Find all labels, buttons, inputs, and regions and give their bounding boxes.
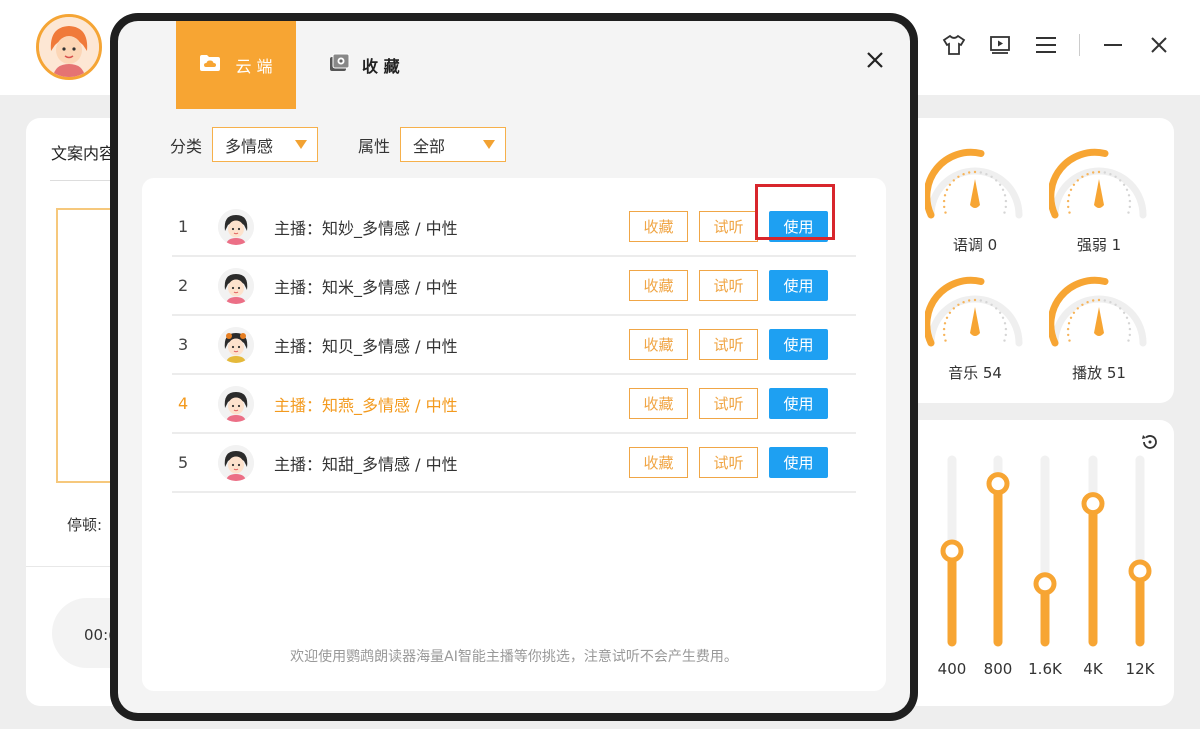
equalizer-sliders: 400 800 1.6K 4K 12K xyxy=(938,455,1156,678)
eq-band-label: 4K xyxy=(1083,660,1104,678)
list-item[interactable]: 4 主播：知燕_多情感 / 中性 收藏 试听 使用 xyxy=(172,375,856,434)
row-number: 4 xyxy=(178,394,189,413)
row-number: 3 xyxy=(178,335,189,354)
video-icon[interactable] xyxy=(987,32,1013,58)
preview-button[interactable]: 试听 xyxy=(699,388,758,419)
user-avatar[interactable] xyxy=(36,14,102,80)
cloud-folder-icon xyxy=(199,54,221,76)
anchor-name: 主播：知妙_多情感 / 中性 xyxy=(274,218,458,238)
filter-bar: 分类 多情感 属性 全部 xyxy=(170,127,507,162)
footer-note: 欢迎使用鹦鹉朗读器海量AI智能主播等你挑选，注意试听不会产生费用。 xyxy=(290,649,738,665)
eq-band-label: 400 xyxy=(938,660,967,678)
anchor-avatar xyxy=(218,267,254,304)
favorites-icon xyxy=(328,53,350,77)
anchor-avatar xyxy=(218,208,254,245)
attribute-select[interactable]: 全部 xyxy=(400,127,507,162)
anchor-avatar xyxy=(218,326,254,363)
dial-strength[interactable]: 强弱 1 xyxy=(1049,147,1149,257)
avatar-girl-icon xyxy=(39,17,99,77)
dial-music-label: 音乐 54 xyxy=(948,364,1002,382)
eq-slider-12K[interactable]: 12K xyxy=(1126,455,1156,678)
eq-band-label: 1.6K xyxy=(1028,660,1063,678)
use-button[interactable]: 使用 xyxy=(769,447,828,478)
favorite-button[interactable]: 收藏 xyxy=(629,329,688,360)
dial-tone[interactable]: 语调 0 xyxy=(925,147,1025,257)
anchor-name: 主播：知燕_多情感 / 中性 xyxy=(274,395,458,415)
window-close-icon[interactable] xyxy=(1146,32,1172,58)
preview-button[interactable]: 试听 xyxy=(699,211,758,242)
tab-cloud-label: 云 端 xyxy=(235,57,273,76)
use-button[interactable]: 使用 xyxy=(769,329,828,360)
list-item[interactable]: 5 主播：知甜_多情感 / 中性 收藏 试听 使用 xyxy=(172,434,856,493)
equalizer-panel: 400 800 1.6K 4K 12K xyxy=(904,420,1174,706)
tab-favorites[interactable]: 收 藏 xyxy=(328,21,400,109)
favorite-button[interactable]: 收藏 xyxy=(629,211,688,242)
eq-slider-4K[interactable]: 4K xyxy=(1081,455,1105,678)
pause-label: 停顿: xyxy=(67,516,103,534)
anchor-name: 主播：知米_多情感 / 中性 xyxy=(274,277,458,297)
text-content-title: 文案内容 xyxy=(51,144,116,163)
row-number: 1 xyxy=(178,217,189,236)
tab-cloud[interactable]: 云 端 xyxy=(176,21,296,109)
anchor-list: 欢迎使用鹦鹉朗读器海量AI智能主播等你挑选，注意试听不会产生费用。 1 主播：知妙… xyxy=(142,178,886,691)
eq-band-label: 800 xyxy=(984,660,1013,678)
dropdown-arrow-icon xyxy=(483,140,496,149)
dial-music[interactable]: 音乐 54 xyxy=(925,275,1025,385)
category-label: 分类 xyxy=(170,136,203,156)
row-number: 2 xyxy=(178,276,189,295)
dial-tone-label: 语调 0 xyxy=(952,236,998,254)
anchor-name: 主播：知贝_多情感 / 中性 xyxy=(274,336,458,356)
dial-playback[interactable]: 播放 51 xyxy=(1049,275,1149,385)
attribute-label: 属性 xyxy=(358,136,391,156)
tab-favorites-label: 收 藏 xyxy=(362,57,400,76)
dropdown-arrow-icon xyxy=(295,140,308,149)
list-item[interactable]: 3 主播：知贝_多情感 / 中性 收藏 试听 使用 xyxy=(172,316,856,375)
row-number: 5 xyxy=(178,453,189,472)
anchor-select-dialog: 云 端 收 藏 分类 多情感 属性 全部 欢迎使用鹦鹉朗读器海量AI智能主播等你… xyxy=(110,13,918,721)
attribute-select-value: 全部 xyxy=(413,136,446,156)
list-item[interactable]: 2 主播：知米_多情感 / 中性 收藏 试听 使用 xyxy=(172,257,856,316)
list-item[interactable]: 1 主播：知妙_多情感 / 中性 收藏 试听 使用 xyxy=(172,184,856,257)
voice-dials-panel: 语调 0 强弱 1 音乐 54 播放 51 xyxy=(904,118,1174,403)
use-button[interactable]: 使用 xyxy=(769,270,828,301)
use-button[interactable]: 使用 xyxy=(769,388,828,419)
dial-playback-label: 播放 51 xyxy=(1072,364,1126,382)
anchor-name: 主播：知甜_多情感 / 中性 xyxy=(274,454,458,474)
anchor-avatar xyxy=(218,385,254,422)
preview-button[interactable]: 试听 xyxy=(699,447,758,478)
menu-icon[interactable] xyxy=(1033,32,1059,58)
favorite-button[interactable]: 收藏 xyxy=(629,447,688,478)
eq-slider-1.6K[interactable]: 1.6K xyxy=(1028,455,1063,678)
skin-icon[interactable] xyxy=(941,32,967,58)
dial-strength-label: 强弱 1 xyxy=(1076,236,1122,254)
minimize-icon[interactable] xyxy=(1100,32,1126,58)
favorite-button[interactable]: 收藏 xyxy=(629,270,688,301)
eq-slider-800[interactable]: 800 xyxy=(984,455,1013,678)
anchor-avatar xyxy=(218,444,254,481)
eq-slider-400[interactable]: 400 xyxy=(938,455,967,678)
divider xyxy=(1079,34,1080,56)
eq-band-label: 12K xyxy=(1126,660,1156,678)
favorite-button[interactable]: 收藏 xyxy=(629,388,688,419)
preview-button[interactable]: 试听 xyxy=(699,270,758,301)
preview-button[interactable]: 试听 xyxy=(699,329,758,360)
use-button[interactable]: 使用 xyxy=(769,211,828,242)
dialog-close-icon[interactable] xyxy=(862,47,888,73)
category-select-value: 多情感 xyxy=(225,136,274,156)
category-select[interactable]: 多情感 xyxy=(212,127,319,162)
